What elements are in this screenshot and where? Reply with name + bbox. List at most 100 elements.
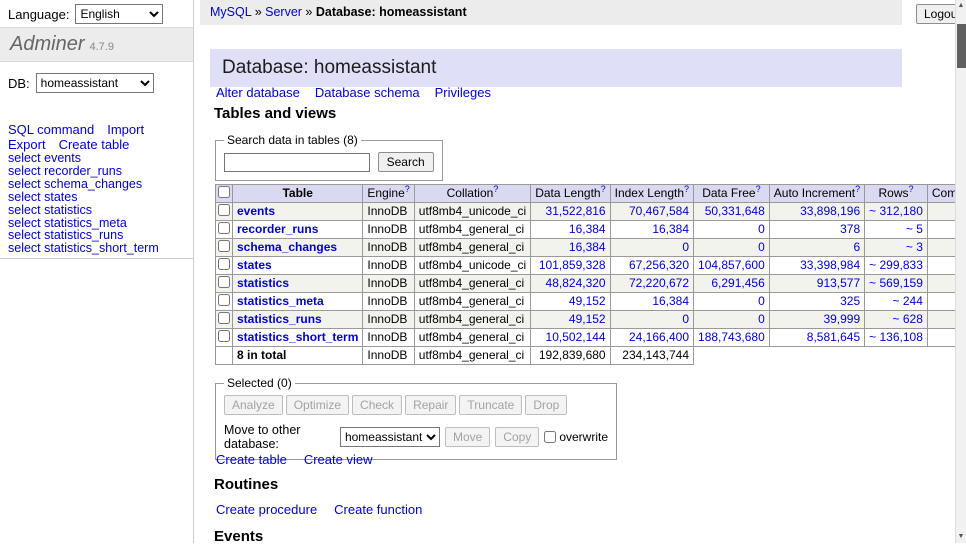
sidebar-action-link[interactable]: SQL command xyxy=(8,122,94,137)
index-length-link[interactable]: 0 xyxy=(682,240,689,254)
database-action-link[interactable]: Database schema xyxy=(315,85,420,100)
data-free-link[interactable]: 0 xyxy=(758,240,765,254)
scroll-up-icon[interactable]: ▲ xyxy=(956,0,966,12)
overwrite-checkbox[interactable] xyxy=(544,431,556,443)
db-select[interactable]: homeassistant xyxy=(36,73,154,93)
row-checkbox[interactable] xyxy=(218,222,230,234)
table-name-link[interactable]: schema_changes xyxy=(237,240,337,254)
auto-increment-link[interactable]: 6 xyxy=(853,240,860,254)
sidebar-action-link[interactable]: Export xyxy=(8,137,46,152)
copy-button[interactable]: Copy xyxy=(495,427,539,447)
sidebar-table-link[interactable]: select states xyxy=(8,191,159,204)
scroll-down-icon[interactable]: ▼ xyxy=(956,531,966,543)
search-button[interactable]: Search xyxy=(378,152,434,172)
check-button[interactable]: Check xyxy=(352,395,402,415)
drop-button[interactable]: Drop xyxy=(525,395,567,415)
language-select[interactable]: English xyxy=(75,4,163,24)
rows-count-link[interactable]: ~ 5 xyxy=(906,222,923,236)
index-length-link[interactable]: 16,384 xyxy=(652,222,689,236)
create-procedure-link[interactable]: Create procedure xyxy=(216,502,317,517)
help-link[interactable]: ? xyxy=(855,184,860,194)
rows-count-link[interactable]: ~ 299,833 xyxy=(869,258,923,272)
truncate-button[interactable]: Truncate xyxy=(459,395,522,415)
data-free-link[interactable]: 104,857,600 xyxy=(698,258,765,272)
sidebar-action-link[interactable]: Import xyxy=(107,122,144,137)
row-checkbox[interactable] xyxy=(218,240,230,252)
sidebar-table-link[interactable]: select recorder_runs xyxy=(8,165,159,178)
row-checkbox[interactable] xyxy=(218,258,230,270)
sidebar-table-link[interactable]: select statistics_short_term xyxy=(8,242,159,255)
move-button[interactable]: Move xyxy=(445,427,490,447)
table-name-link[interactable]: statistics_runs xyxy=(237,312,322,326)
table-name-link[interactable]: statistics_meta xyxy=(237,294,324,308)
auto-increment-link[interactable]: 33,398,984 xyxy=(800,258,860,272)
table-name-link[interactable]: events xyxy=(237,204,275,218)
help-link[interactable]: ? xyxy=(601,184,606,194)
rows-count-link[interactable]: ~ 3 xyxy=(906,240,923,254)
rows-count-link[interactable]: ~ 312,180 xyxy=(869,204,923,218)
breadcrumb-link[interactable]: MySQL xyxy=(210,5,251,19)
brand-name[interactable]: Adminer xyxy=(10,33,84,55)
move-db-select[interactable]: homeassistant xyxy=(340,427,440,447)
scrollbar-thumb[interactable] xyxy=(957,24,966,68)
data-length-link[interactable]: 49,152 xyxy=(569,312,606,326)
rows-count-link[interactable]: ~ 244 xyxy=(893,294,923,308)
row-checkbox[interactable] xyxy=(218,276,230,288)
index-length-link[interactable]: 70,467,584 xyxy=(629,204,689,218)
index-length-link[interactable]: 67,256,320 xyxy=(629,258,689,272)
auto-increment-link[interactable]: 33,898,196 xyxy=(800,204,860,218)
search-input[interactable] xyxy=(224,153,370,172)
sidebar-table-link[interactable]: select schema_changes xyxy=(8,178,159,191)
row-checkbox[interactable] xyxy=(218,294,230,306)
help-link[interactable]: ? xyxy=(756,184,761,194)
data-free-link[interactable]: 0 xyxy=(758,222,765,236)
data-length-link[interactable]: 16,384 xyxy=(569,240,606,254)
create-table-link[interactable]: Create table xyxy=(216,452,287,467)
data-length-link[interactable]: 10,502,144 xyxy=(546,330,606,344)
help-link[interactable]: ? xyxy=(493,184,498,194)
data-length-link[interactable]: 49,152 xyxy=(569,294,606,308)
sidebar-action-link[interactable]: Create table xyxy=(59,137,130,152)
auto-increment-link[interactable]: 378 xyxy=(840,222,860,236)
create-view-link[interactable]: Create view xyxy=(304,452,373,467)
data-length-link[interactable]: 101,859,328 xyxy=(539,258,606,272)
repair-button[interactable]: Repair xyxy=(405,395,456,415)
sidebar-table-link[interactable]: select events xyxy=(8,152,159,165)
data-free-link[interactable]: 6,291,456 xyxy=(711,276,764,290)
help-link[interactable]: ? xyxy=(909,184,914,194)
auto-increment-link[interactable]: 39,999 xyxy=(823,312,860,326)
data-length-link[interactable]: 31,522,816 xyxy=(546,204,606,218)
row-checkbox[interactable] xyxy=(218,312,230,324)
data-length-link[interactable]: 48,824,320 xyxy=(546,276,606,290)
table-name-link[interactable]: recorder_runs xyxy=(237,222,318,236)
database-action-link[interactable]: Alter database xyxy=(216,85,300,100)
table-name-link[interactable]: statistics_short_term xyxy=(237,330,358,344)
sidebar-table-link[interactable]: select statistics xyxy=(8,204,159,217)
row-checkbox[interactable] xyxy=(218,330,230,342)
index-length-link[interactable]: 24,166,400 xyxy=(629,330,689,344)
row-checkbox[interactable] xyxy=(218,204,230,216)
help-link[interactable]: ? xyxy=(684,184,689,194)
data-free-link[interactable]: 0 xyxy=(758,294,765,308)
auto-increment-link[interactable]: 913,577 xyxy=(817,276,860,290)
rows-count-link[interactable]: ~ 136,108 xyxy=(869,330,923,344)
table-name-link[interactable]: states xyxy=(237,258,272,272)
auto-increment-link[interactable]: 325 xyxy=(840,294,860,308)
optimize-button[interactable]: Optimize xyxy=(286,395,349,415)
index-length-link[interactable]: 72,220,672 xyxy=(629,276,689,290)
analyze-button[interactable]: Analyze xyxy=(224,395,283,415)
rows-count-link[interactable]: ~ 628 xyxy=(893,312,923,326)
help-link[interactable]: ? xyxy=(405,184,410,194)
data-free-link[interactable]: 0 xyxy=(758,312,765,326)
vertical-scrollbar[interactable]: ▲ ▼ xyxy=(955,0,966,543)
index-length-link[interactable]: 0 xyxy=(682,312,689,326)
table-name-link[interactable]: statistics xyxy=(237,276,289,290)
data-free-link[interactable]: 50,331,648 xyxy=(705,204,765,218)
database-action-link[interactable]: Privileges xyxy=(435,85,491,100)
data-length-link[interactable]: 16,384 xyxy=(569,222,606,236)
auto-increment-link[interactable]: 8,581,645 xyxy=(807,330,860,344)
data-free-link[interactable]: 188,743,680 xyxy=(698,330,765,344)
select-all-checkbox[interactable] xyxy=(218,186,230,198)
index-length-link[interactable]: 16,384 xyxy=(652,294,689,308)
rows-count-link[interactable]: ~ 569,159 xyxy=(869,276,923,290)
